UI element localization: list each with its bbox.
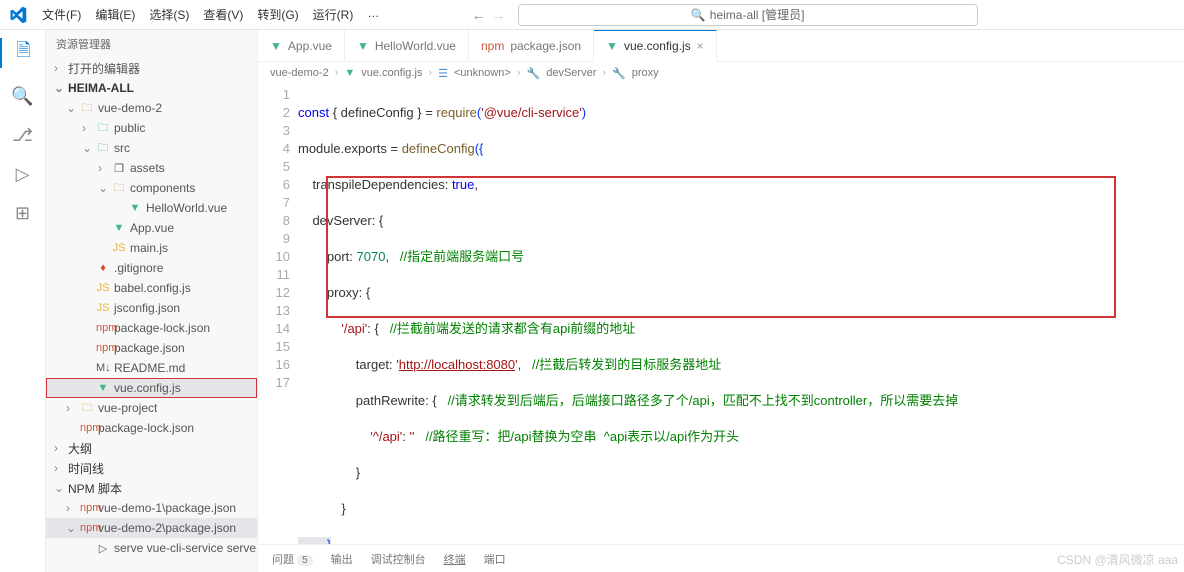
file-vueconfig[interactable]: ▼vue.config.js [46,378,257,398]
file-helloworld[interactable]: ▼HelloWorld.vue [46,198,257,218]
search-label: heima-all [管理员] [710,6,805,23]
npm-icon: npm [80,522,94,534]
file-gitignore[interactable]: ♦.gitignore [46,258,257,278]
editor-area: ▼App.vue ▼HelloWorld.vue npmpackage.json… [258,30,1184,572]
folder-icon: 🗀 [112,179,126,198]
vue-icon: ▼ [357,39,369,53]
nav-back-icon[interactable]: ← [472,7,486,23]
panel-output[interactable]: 输出 [331,551,353,567]
vue-icon: ▼ [270,39,282,53]
file-pkglock2[interactable]: npmpackage-lock.json [46,418,257,438]
panel-problems[interactable]: 问题 5 [272,551,313,567]
search-icon: 🔍 [691,8,706,22]
close-icon[interactable]: × [697,39,704,53]
tab-app[interactable]: ▼App.vue [258,30,345,61]
vue-icon: ▼ [112,222,126,234]
file-pkglock[interactable]: npmpackage-lock.json [46,318,257,338]
vscode-logo-icon [0,6,36,24]
folder-components[interactable]: ⌄🗀components [46,178,257,198]
activity-bar: 🗎 🔍 ⎇ ▷ ⊞ [0,30,46,572]
folder-public[interactable]: ›🗀public [46,118,257,138]
code-content[interactable]: const { defineConfig } = require('@vue/c… [298,84,1184,544]
panel-tabs: 问题 5 输出 调试控制台 终端 端口 [258,544,1184,572]
activity-debug-icon[interactable]: ▷ [16,164,30,185]
js-icon: JS [112,242,126,254]
folder-vue-demo-2[interactable]: ⌄🗀vue-demo-2 [46,98,257,118]
npm-icon: npm [80,422,94,434]
js-icon: JS [96,282,110,294]
file-babel[interactable]: JSbabel.config.js [46,278,257,298]
menu-view[interactable]: 查看(V) [197,2,249,27]
activity-scm-icon[interactable]: ⎇ [12,125,33,146]
folder-assets[interactable]: ›❐assets [46,158,257,178]
folder-icon: 🗀 [80,399,94,418]
npm-icon: npm [96,342,110,354]
folder-icon: 🗀 [80,99,94,118]
npm-pkg1[interactable]: ›npmvue-demo-1\package.json [46,498,257,518]
file-readme[interactable]: M↓README.md [46,358,257,378]
menu-run[interactable]: 运行(R) [307,2,360,27]
npm-icon: npm [80,502,94,514]
git-icon: ♦ [96,262,110,274]
tab-vueconfig[interactable]: ▼vue.config.js× [594,30,717,62]
line-gutter: 1234567891011121314151617 [258,84,298,544]
cube-icon: ❐ [112,162,126,175]
open-editors-section[interactable]: ›打开的编辑器 [46,58,257,78]
nav-forward-icon[interactable]: → [492,7,506,23]
npm-serve[interactable]: ▷serve vue-cli-service serve [46,538,257,558]
activity-explorer-icon[interactable]: 🗎 [0,38,45,68]
folder-icon: 🗀 [96,119,110,138]
title-bar: 文件(F) 编辑(E) 选择(S) 查看(V) 转到(G) 运行(R) … ← … [0,0,1184,30]
activity-extensions-icon[interactable]: ⊞ [15,203,30,224]
tab-hello[interactable]: ▼HelloWorld.vue [345,30,469,61]
panel-ports[interactable]: 端口 [484,551,506,567]
activity-search-icon[interactable]: 🔍 [11,86,33,107]
file-main[interactable]: JSmain.js [46,238,257,258]
vue-icon: ▼ [606,39,618,53]
editor-tabs: ▼App.vue ▼HelloWorld.vue npmpackage.json… [258,30,1184,62]
panel-debug[interactable]: 调试控制台 [371,551,426,567]
file-app[interactable]: ▼App.vue [46,218,257,238]
npm-icon: npm [481,39,504,53]
watermark: CSDN @清风微凉 aaa [1057,551,1178,568]
folder-icon: 🗀 [96,139,110,158]
menu-select[interactable]: 选择(S) [143,2,195,27]
nav-arrows: ← → [472,7,506,23]
md-icon: M↓ [96,362,110,374]
explorer-title: 资源管理器 [46,30,257,58]
menu-more[interactable]: … [361,2,385,27]
code-editor[interactable]: 1234567891011121314151617 const { define… [258,84,1184,544]
npm-icon: npm [96,322,110,334]
menu-goto[interactable]: 转到(G) [251,2,304,27]
folder-vue-project[interactable]: ›🗀vue-project [46,398,257,418]
vue-icon: ▼ [344,67,355,79]
outline-section[interactable]: ›大纲 [46,438,257,458]
folder-src[interactable]: ⌄🗀src [46,138,257,158]
menu-bar: 文件(F) 编辑(E) 选择(S) 查看(V) 转到(G) 运行(R) … [36,2,385,27]
breadcrumb[interactable]: vue-demo-2› ▼vue.config.js› ☰<unknown>› … [258,62,1184,84]
menu-edit[interactable]: 编辑(E) [89,2,141,27]
timeline-section[interactable]: ›时间线 [46,458,257,478]
panel-terminal[interactable]: 终端 [444,551,466,567]
command-center[interactable]: 🔍 heima-all [管理员] [518,4,978,26]
js-icon: JS [96,302,110,314]
play-icon: ▷ [96,542,110,555]
file-pkg[interactable]: npmpackage.json [46,338,257,358]
tab-pkg[interactable]: npmpackage.json [469,30,594,61]
vue-icon: ▼ [96,382,110,394]
menu-file[interactable]: 文件(F) [36,2,87,27]
explorer-sidebar: 资源管理器 ›打开的编辑器 ⌄HEIMA-ALL ⌄🗀vue-demo-2 ›🗀… [46,30,258,572]
npm-scripts-section[interactable]: ⌄NPM 脚本 [46,478,257,498]
file-jsconfig[interactable]: JSjsconfig.json [46,298,257,318]
workspace-root[interactable]: ⌄HEIMA-ALL [46,78,257,98]
vue-icon: ▼ [128,202,142,214]
npm-pkg2[interactable]: ⌄npmvue-demo-2\package.json [46,518,257,538]
